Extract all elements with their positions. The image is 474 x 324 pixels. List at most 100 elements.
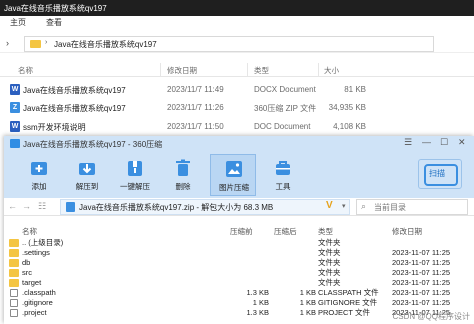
- add-button[interactable]: 添加: [16, 154, 62, 196]
- zip-window: Java在线音乐播放系统qv197 - 360压缩 ☰ — ☐ ✕ 添加 解压到: [4, 136, 474, 324]
- zip-row[interactable]: .gitignore 1 KB 1 KB GITIGNORE 文件 2023-1…: [4, 298, 474, 308]
- delete-button[interactable]: 删除: [160, 154, 206, 196]
- extract-to-icon: [79, 163, 95, 175]
- zip-row[interactable]: .. (上级目录) 文件夹: [4, 238, 474, 248]
- file-row[interactable]: W Java在线音乐播放系统qv197 2023/11/7 11:49 DOCX…: [0, 81, 474, 99]
- explorer-menu-bar: 主页 查看: [0, 16, 474, 31]
- menu-view[interactable]: 查看: [46, 17, 62, 28]
- extract-to-label: 解压到: [75, 182, 99, 191]
- file-date: 2023/11/7 11:50: [167, 122, 224, 131]
- zip-window-title: Java在线音乐播放系统qv197 - 360压缩: [10, 139, 162, 150]
- file-name: Java在线音乐播放系统qv197: [23, 104, 126, 113]
- image-compress-label: 图片压缩: [219, 183, 249, 192]
- zip-path-text: Java在线音乐播放系统qv197.zip - 解包大小为 68.3 MB: [79, 203, 274, 212]
- search-placeholder: 当前目录: [374, 203, 406, 212]
- address-bar: › › Java在线音乐播放系统qv197: [0, 35, 474, 53]
- app-logo-icon: [10, 139, 20, 148]
- zip-row-name: target: [22, 278, 42, 287]
- search-input[interactable]: [356, 199, 468, 215]
- minimize-icon[interactable]: —: [422, 137, 431, 147]
- zip-nav-bar: ← → ☷ Java在线音乐播放系统qv197.zip - 解包大小为 68.3…: [4, 198, 474, 216]
- file-icon: [10, 299, 18, 307]
- file-name: ssm开发环境说明: [23, 123, 86, 132]
- search-icon: ⌕: [361, 201, 367, 211]
- tools-button[interactable]: 工具: [260, 154, 306, 196]
- zip-window-header: Java在线音乐播放系统qv197 - 360压缩 ☰ — ☐ ✕ 添加 解压到: [4, 136, 474, 198]
- file-icon: [10, 309, 18, 317]
- menu-home[interactable]: 主页: [10, 17, 26, 28]
- view-toggle-icon[interactable]: ☷: [38, 201, 46, 212]
- column-name[interactable]: 名称: [18, 65, 33, 76]
- zip-row-type: GITIGNORE 文件: [318, 298, 378, 307]
- folder-icon: [30, 40, 41, 48]
- column-date[interactable]: 修改日期: [167, 65, 197, 76]
- file-row[interactable]: Z Java在线音乐播放系统qv197 2023/11/7 11:26 360压…: [0, 99, 474, 117]
- column-size[interactable]: 压缩前: [230, 226, 253, 237]
- file-type: DOCX Document: [254, 85, 316, 94]
- zip-row[interactable]: db 文件夹 2023-11-07 11:25: [4, 258, 474, 268]
- chevron-right-icon[interactable]: ›: [6, 38, 9, 48]
- zip-row-type: 文件夹: [318, 278, 341, 287]
- chevron-down-icon[interactable]: ▾: [342, 202, 346, 210]
- file-row[interactable]: W ssm开发环境说明 2023/11/7 11:50 DOC Document…: [0, 118, 474, 136]
- one-click-extract-label: 一键解压: [120, 182, 150, 191]
- column-divider[interactable]: [318, 63, 319, 77]
- column-compressed[interactable]: 压缩后: [274, 226, 297, 237]
- zip-row-date: 2023-11-07 11:25: [392, 288, 451, 297]
- zip-row-name: .settings: [22, 248, 50, 257]
- forward-arrow-icon[interactable]: →: [22, 201, 31, 211]
- close-icon[interactable]: ✕: [458, 137, 466, 148]
- maximize-icon[interactable]: ☐: [440, 137, 448, 148]
- zip-row-compressed: 1 KB: [299, 308, 316, 317]
- file-size: 81 KB: [344, 85, 366, 94]
- zip-row[interactable]: src 文件夹 2023-11-07 11:25: [4, 268, 474, 278]
- column-size[interactable]: 大小: [324, 65, 339, 76]
- v-check-icon[interactable]: V: [326, 200, 333, 211]
- extract-to-button[interactable]: 解压到: [64, 154, 110, 196]
- zip-row-size: 1.3 KB: [246, 288, 269, 297]
- zip-row-date: 2023-11-07 11:25: [392, 268, 451, 277]
- zip-row[interactable]: .settings 文件夹 2023-11-07 11:25: [4, 248, 474, 258]
- zip-row-size: 1 KB: [252, 298, 269, 307]
- zip-row-date: 2023-11-07 11:25: [392, 248, 451, 257]
- zip-row-name: .gitignore: [22, 298, 53, 307]
- zip-row-date: 2023-11-07 11:25: [392, 258, 451, 267]
- zip-row-type: CLASSPATH 文件: [318, 288, 379, 297]
- image-compress-button[interactable]: 图片压缩: [210, 154, 256, 196]
- one-click-extract-button[interactable]: 一键解压: [112, 154, 158, 196]
- zip-row[interactable]: .classpath 1.3 KB 1 KB CLASSPATH 文件 2023…: [4, 288, 474, 298]
- word-doc-icon: W: [10, 84, 20, 95]
- zip-archive-icon: [66, 202, 75, 212]
- scan-button[interactable]: 扫描: [418, 159, 462, 189]
- column-type[interactable]: 类型: [318, 226, 333, 237]
- folder-icon: [9, 269, 19, 277]
- zip-row[interactable]: target 文件夹 2023-11-07 11:25: [4, 278, 474, 288]
- add-label: 添加: [31, 182, 47, 191]
- back-arrow-icon[interactable]: ←: [8, 201, 17, 211]
- tools-icon: [276, 161, 290, 175]
- menu-icon[interactable]: ☰: [404, 137, 412, 148]
- explorer-title-bar: Java在线音乐播放系统qv197: [0, 0, 474, 16]
- zip-row-compressed: 1 KB: [299, 288, 316, 297]
- column-divider[interactable]: [160, 63, 161, 77]
- delete-label: 删除: [175, 182, 191, 191]
- zip-archive-icon: Z: [10, 102, 20, 113]
- zip-row-size: 1.3 KB: [246, 308, 269, 317]
- zip-row-name: .. (上级目录): [22, 238, 64, 247]
- column-date[interactable]: 修改日期: [392, 226, 422, 237]
- file-type: DOC Document: [254, 122, 311, 131]
- folder-icon: [9, 239, 19, 247]
- folder-icon: [9, 259, 19, 267]
- add-icon: [31, 162, 47, 175]
- address-path[interactable]: Java在线音乐播放系统qv197: [54, 39, 157, 50]
- column-type[interactable]: 类型: [254, 65, 269, 76]
- zip-row-name: src: [22, 268, 32, 277]
- column-divider[interactable]: [247, 63, 248, 77]
- zip-row-type: 文件夹: [318, 258, 341, 267]
- folder-icon: [9, 249, 19, 257]
- file-size: 34,935 KB: [328, 103, 366, 112]
- zip-row-name: db: [22, 258, 31, 267]
- word-doc-icon: W: [10, 121, 20, 132]
- scan-label: 扫描: [429, 169, 445, 178]
- column-name[interactable]: 名称: [22, 226, 37, 237]
